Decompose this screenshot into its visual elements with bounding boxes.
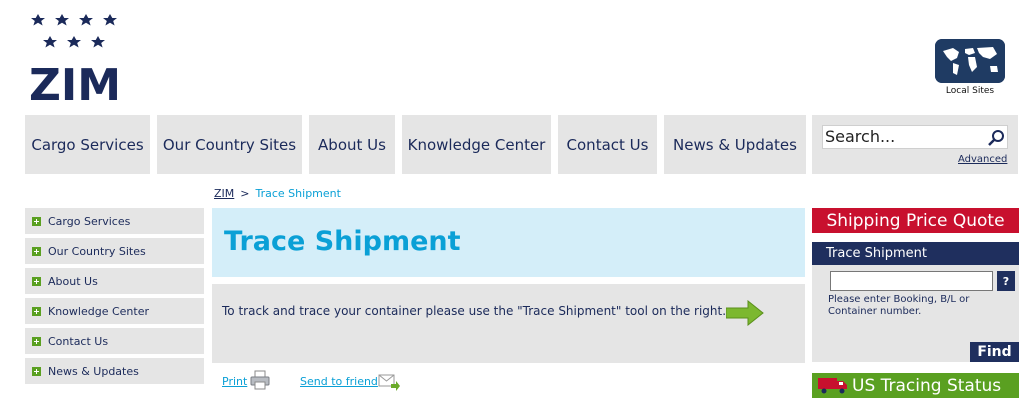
us-status-label: US Tracing Status (852, 375, 1002, 396)
topnav-news-updates[interactable]: News & Updates (664, 115, 806, 174)
page-title-banner: Trace Shipment (212, 208, 805, 277)
page-title: Trace Shipment (224, 226, 461, 257)
trace-shipment-panel: ? Please enter Booking, B/L or Container… (812, 265, 1019, 362)
instruction-text: To track and trace your container please… (222, 304, 727, 318)
content-panel: To track and trace your container please… (212, 284, 805, 363)
leftnav-our-country-sites[interactable]: Our Country Sites (25, 238, 204, 264)
us-tracing-status-button[interactable]: US Tracing Status (812, 373, 1019, 398)
topnav-knowledge-center[interactable]: Knowledge Center (402, 115, 551, 174)
leftnav-news-updates[interactable]: News & Updates (25, 358, 204, 384)
send-to-friend-link[interactable]: Send to friend (300, 375, 378, 388)
topnav-about-us[interactable]: About Us (309, 115, 395, 174)
plus-icon (32, 246, 41, 256)
breadcrumb: ZIM > Trace Shipment (214, 187, 341, 200)
breadcrumb-current: Trace Shipment (255, 187, 341, 200)
search-input[interactable]: Search... (822, 125, 1008, 149)
print-link[interactable]: Print (222, 375, 247, 388)
leftnav-label: About Us (48, 274, 98, 288)
arrow-right-icon (726, 300, 764, 326)
plus-icon (32, 216, 41, 226)
plus-icon (32, 306, 41, 316)
leftnav-about-us[interactable]: About Us (25, 268, 204, 294)
leftnav-knowledge-center[interactable]: Knowledge Center (25, 298, 204, 324)
logo-text: ZIM (29, 60, 121, 102)
local-sites[interactable]: Local Sites (934, 39, 1006, 96)
breadcrumb-root[interactable]: ZIM (214, 187, 234, 200)
shipping-price-quote-button[interactable]: Shipping Price Quote (812, 208, 1019, 233)
leftnav-label: News & Updates (48, 364, 139, 378)
trace-number-input[interactable] (830, 271, 993, 291)
leftnav-label: Contact Us (48, 334, 109, 348)
leftnav-contact-us[interactable]: Contact Us (25, 328, 204, 354)
leftnav-label: Knowledge Center (48, 304, 149, 318)
leftnav-label: Cargo Services (48, 214, 131, 228)
zim-logo[interactable]: ZIM (28, 14, 122, 102)
topnav-our-country-sites[interactable]: Our Country Sites (157, 115, 302, 174)
trace-help-text: Please enter Booking, B/L or Container n… (828, 294, 970, 317)
printer-icon[interactable] (250, 370, 270, 390)
plus-icon (32, 276, 41, 286)
topnav-cargo-services[interactable]: Cargo Services (25, 115, 150, 174)
help-button[interactable]: ? (997, 271, 1015, 291)
plus-icon (32, 336, 41, 346)
world-map-icon (935, 39, 1005, 83)
search-icon[interactable] (986, 128, 1008, 148)
truck-icon (818, 378, 847, 394)
topnav-contact-us[interactable]: Contact Us (558, 115, 657, 174)
advanced-search-link[interactable]: Advanced (958, 154, 1007, 165)
envelope-icon[interactable] (378, 373, 400, 391)
trace-shipment-header: Trace Shipment (812, 242, 1019, 265)
breadcrumb-separator: > (240, 187, 250, 200)
leftnav-cargo-services[interactable]: Cargo Services (25, 208, 204, 234)
find-button[interactable]: Find (970, 342, 1019, 362)
local-sites-label: Local Sites (945, 86, 995, 96)
plus-icon (32, 366, 41, 376)
leftnav-label: Our Country Sites (48, 244, 146, 258)
